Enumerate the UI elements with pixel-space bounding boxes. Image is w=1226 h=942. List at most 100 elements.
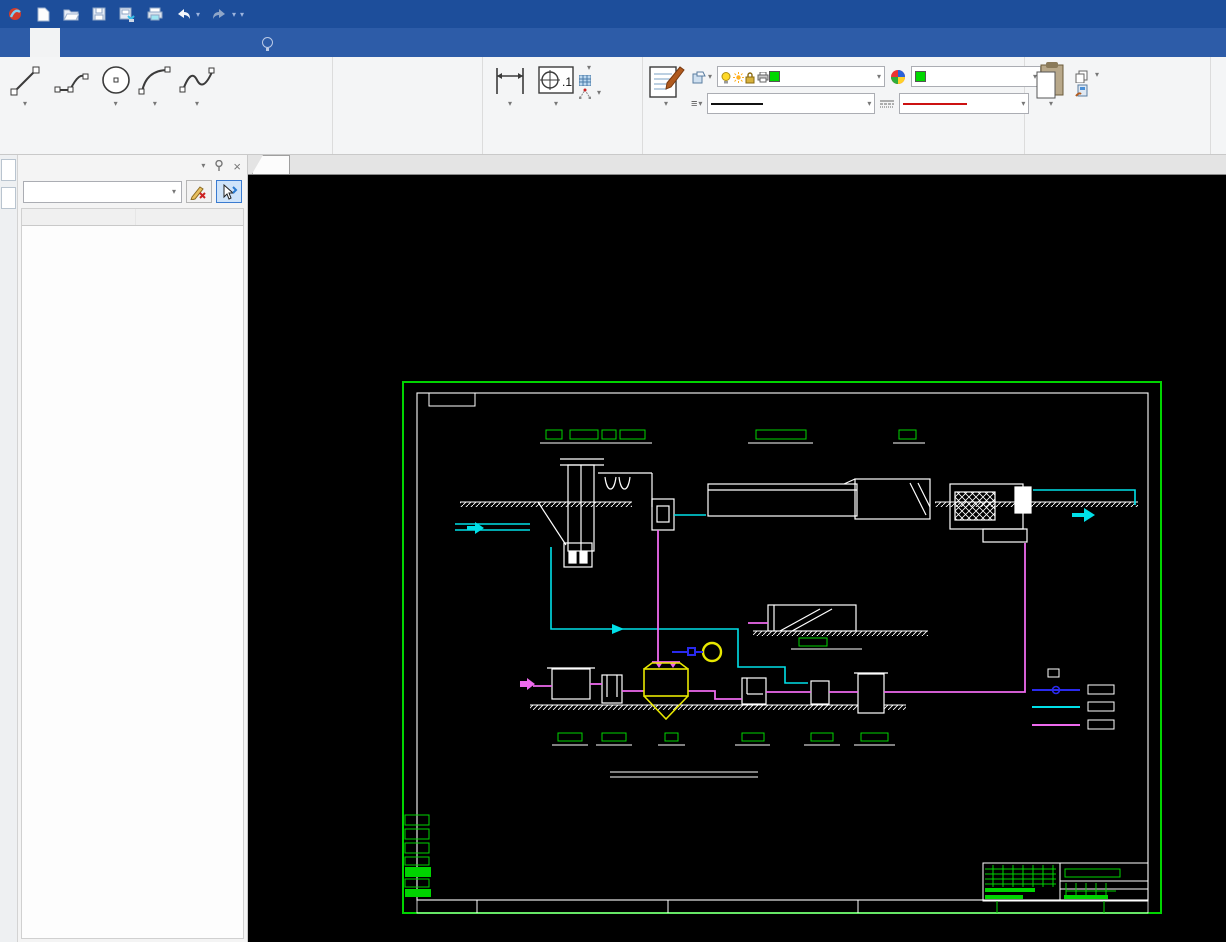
layer-on-bulb-icon — [721, 71, 731, 83]
drawing-canvas[interactable] — [248, 175, 1226, 942]
document-tab[interactable] — [252, 155, 290, 174]
layer-freeze-sun-icon — [733, 71, 745, 83]
scope-combo-dropdown-icon: ▾ — [171, 186, 176, 196]
lineweight-combo[interactable]: ▾ — [899, 93, 1030, 114]
layer-tool-icon[interactable]: ▾ — [691, 70, 712, 84]
function-search[interactable] — [262, 28, 279, 57]
title-bar: ▾ ▾ ▾ — [0, 0, 1226, 28]
menu-item-menu[interactable] — [0, 28, 30, 57]
table-icon — [578, 74, 592, 87]
menu-item-annotate[interactable] — [90, 28, 120, 57]
circle-icon — [99, 62, 133, 100]
ribbon-section-draw: ▾ ▾ ▾ ▾ — [0, 57, 333, 154]
coordinate-button[interactable]: ▾ — [578, 88, 601, 100]
library-palette-tab-icon[interactable] — [1, 187, 16, 209]
polyline-button[interactable] — [46, 60, 97, 140]
coordinate-icon — [578, 88, 592, 100]
table-button[interactable] — [578, 74, 601, 87]
layer-print-icon — [757, 71, 769, 82]
circle-button[interactable]: ▾ — [97, 60, 134, 140]
ribbon-section-clipboard: ▾ ▾ — [1025, 57, 1211, 154]
polyline-icon — [53, 62, 91, 100]
copy-button[interactable]: ▾ — [1075, 70, 1099, 84]
match-properties-button[interactable] — [1075, 84, 1099, 97]
properties-table-header — [22, 209, 243, 226]
panel-menu-dropdown-icon[interactable]: ▾ — [201, 162, 205, 170]
style-manager-icon — [647, 62, 685, 100]
undo-dropdown-icon[interactable]: ▾ — [196, 10, 200, 19]
line-button[interactable]: ▾ — [4, 60, 46, 140]
modify-small-grid — [337, 60, 485, 140]
lineweight-preview — [903, 102, 968, 105]
gas-line — [672, 647, 703, 656]
text-button[interactable]: ▾ — [579, 64, 601, 72]
upper-label-row — [545, 429, 917, 440]
sheet-frame — [402, 381, 1162, 914]
spline-button[interactable]: ▾ — [176, 60, 218, 140]
document-tab-bar — [248, 155, 1226, 175]
open-file-icon[interactable] — [62, 5, 80, 23]
redo-dropdown-icon[interactable]: ▾ — [232, 10, 236, 19]
linetype-scale-icon[interactable] — [880, 99, 895, 109]
palette-dock-strip — [0, 155, 18, 942]
undo-icon[interactable] — [174, 5, 192, 23]
menu-item-view[interactable] — [180, 28, 210, 57]
arc-icon — [137, 62, 173, 100]
title-block — [982, 862, 1149, 913]
gas-holder — [701, 641, 723, 663]
panel-pin-icon[interactable] — [214, 159, 224, 174]
symbol-icon: .1 — [538, 62, 574, 100]
layer-lock-icon — [745, 71, 755, 83]
dimension-icon — [493, 62, 527, 100]
symbol-button[interactable]: .1 ▾ — [533, 60, 579, 140]
menu-bar — [0, 28, 1226, 57]
print-icon[interactable] — [146, 5, 164, 23]
linetype-combo[interactable]: ▾ — [707, 93, 876, 114]
panel-close-icon[interactable]: × — [233, 159, 241, 174]
clear-properties-button[interactable] — [186, 180, 212, 203]
lineweight-tool-icon[interactable]: ≡ ▾ — [691, 98, 702, 110]
spline-icon — [179, 62, 215, 100]
menu-item-insert[interactable] — [60, 28, 90, 57]
style-manager-button[interactable]: ▾ — [647, 60, 685, 140]
pipe-legend — [1032, 668, 1115, 730]
dimension-button[interactable]: ▾ — [487, 60, 533, 140]
arc-button[interactable]: ▾ — [134, 60, 176, 140]
layer-combo[interactable]: ▾ — [717, 66, 886, 87]
redo-icon[interactable] — [210, 5, 228, 23]
paste-button[interactable]: ▾ — [1029, 60, 1073, 140]
svg-text:.1: .1 — [562, 75, 572, 89]
ribbon: ▾ ▾ ▾ ▾ ▾ .1 ▾ ▾ ▾ ▾ ▾ ▾ ▾ ≡ ▾ ▾ ▾ ▾ ▾ — [0, 57, 1226, 155]
ribbon-section-modify — [333, 57, 483, 154]
menu-item-sheet[interactable] — [120, 28, 150, 57]
copy-icon — [1075, 70, 1088, 84]
color-wheel-icon[interactable] — [890, 69, 906, 85]
line-icon — [8, 62, 42, 100]
save-all-icon[interactable] — [118, 5, 136, 23]
menu-item-help[interactable] — [210, 28, 240, 57]
cad-drawing — [402, 381, 1162, 914]
linetype-preview — [711, 102, 764, 105]
properties-table — [21, 208, 244, 939]
properties-panel: ▾ × ▾ — [18, 155, 248, 942]
select-entities-button[interactable] — [216, 180, 242, 203]
new-file-icon[interactable] — [34, 5, 52, 23]
ribbon-section-annotate: ▾ .1 ▾ ▾ ▾ — [483, 57, 643, 154]
layer-combo-dropdown[interactable]: ▾ — [877, 72, 881, 81]
linetype-combo-dropdown[interactable]: ▾ — [867, 99, 871, 108]
menu-item-tools[interactable] — [150, 28, 180, 57]
save-icon[interactable] — [90, 5, 108, 23]
color-combo[interactable]: ▾ — [911, 66, 1042, 87]
color-swatch — [915, 71, 927, 82]
scope-combo[interactable]: ▾ — [23, 180, 182, 203]
cyan-pipes — [455, 489, 1136, 684]
app-logo-icon[interactable] — [6, 5, 24, 23]
quick-access-toolbar: ▾ ▾ ▾ — [6, 5, 244, 23]
search-bulb-icon — [262, 37, 273, 51]
menu-item-common[interactable] — [30, 28, 60, 57]
properties-palette-tab-icon[interactable] — [1, 159, 16, 181]
layer-color-swatch — [769, 71, 781, 82]
match-properties-icon — [1075, 84, 1088, 97]
paste-icon — [1035, 62, 1067, 100]
customize-toolbar-icon[interactable]: ▾ — [240, 10, 244, 19]
